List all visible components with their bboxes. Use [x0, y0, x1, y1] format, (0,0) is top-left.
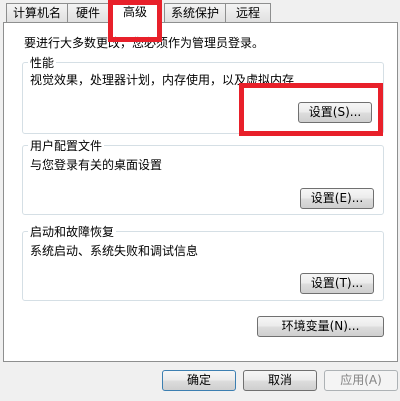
user-profiles-settings-button[interactable]: 设置(E)...	[300, 188, 374, 209]
startup-recovery-description: 系统启动、系统失败和调试信息	[30, 244, 199, 258]
startup-recovery-settings-button[interactable]: 设置(T)...	[300, 273, 374, 294]
tab-strip: 计算机名 硬件 高级 系统保护 远程	[0, 0, 400, 24]
apply-button[interactable]: 应用(A)	[324, 370, 398, 391]
tab-system-protection[interactable]: 系统保护	[164, 3, 226, 22]
performance-group-title: 性能	[28, 54, 57, 71]
user-profiles-description: 与您登录有关的桌面设置	[30, 158, 163, 172]
admin-notice-text: 要进行大多数更改，您必须作为管理员登录。	[24, 36, 265, 50]
cancel-button[interactable]: 取消	[243, 370, 317, 391]
tab-remote[interactable]: 远程	[225, 3, 271, 22]
performance-group: 性能 视觉效果，处理器计划，内存使用，以及虚拟内存	[22, 54, 384, 134]
performance-description: 视觉效果，处理器计划，内存使用，以及虚拟内存	[30, 73, 295, 87]
user-profiles-group-title: 用户配置文件	[28, 137, 105, 154]
tab-advanced[interactable]: 高级	[112, 0, 158, 24]
ok-button[interactable]: 确定	[162, 370, 236, 391]
startup-recovery-group-title: 启动和故障恢复	[28, 223, 117, 240]
tab-computer-name[interactable]: 计算机名	[6, 3, 68, 22]
performance-settings-button[interactable]: 设置(S)...	[298, 102, 372, 123]
system-properties-dialog: 计算机名 硬件 高级 系统保护 远程 要进行大多数更改，您必须作为管理员登录。 …	[0, 0, 400, 401]
tab-hardware[interactable]: 硬件	[67, 3, 109, 22]
environment-variables-button[interactable]: 环境变量(N)...	[257, 316, 384, 337]
